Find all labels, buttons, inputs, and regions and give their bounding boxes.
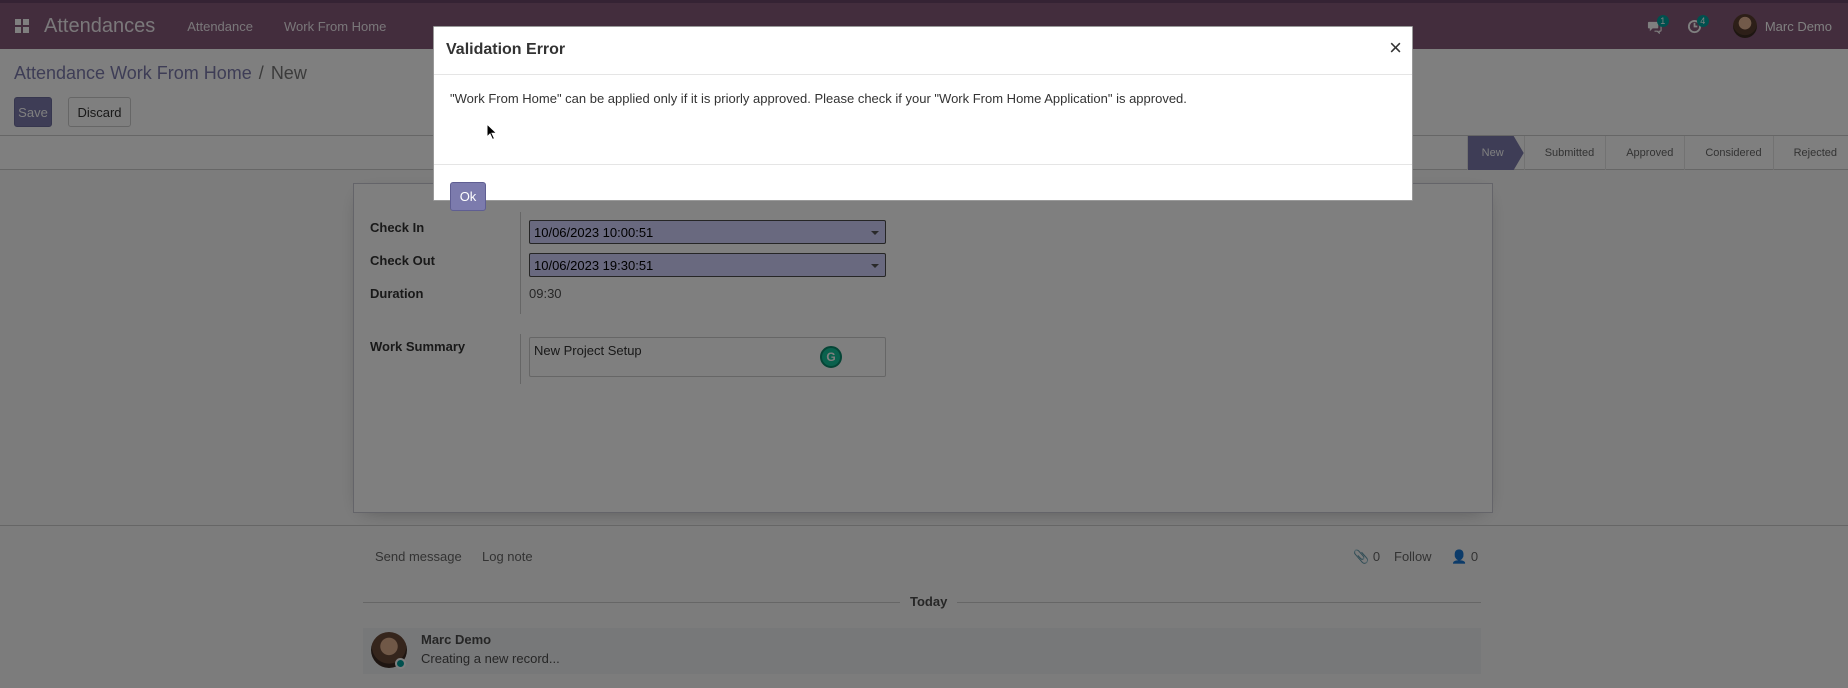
dialog-message: "Work From Home" can be applied only if …	[450, 91, 1187, 106]
dialog-header: Validation Error ×	[434, 27, 1412, 75]
mouse-cursor-icon	[486, 123, 498, 141]
close-icon[interactable]: ×	[1389, 37, 1402, 59]
ok-button[interactable]: Ok	[450, 182, 486, 211]
dialog-title: Validation Error	[446, 41, 566, 58]
validation-error-dialog: Validation Error × "Work From Home" can …	[433, 26, 1413, 211]
dialog-body	[434, 75, 1412, 165]
